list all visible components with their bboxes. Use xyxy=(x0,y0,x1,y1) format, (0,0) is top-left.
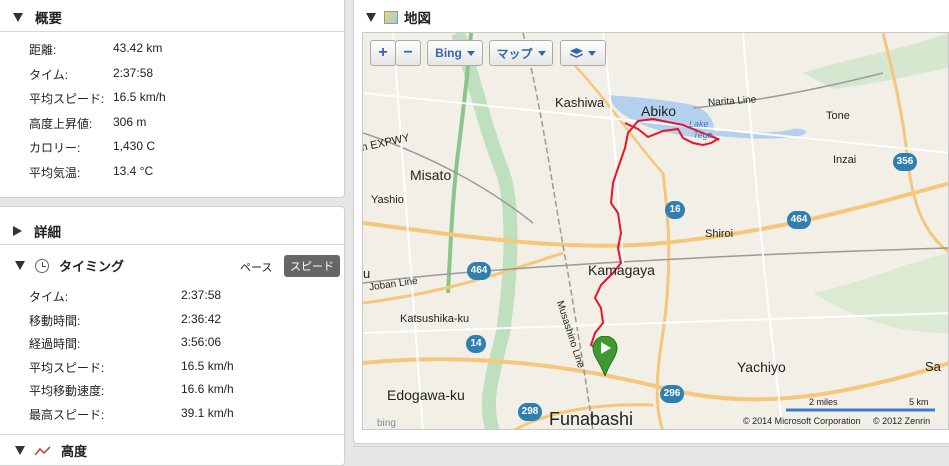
map-label: Tega xyxy=(693,130,713,140)
route-shield: 14 xyxy=(466,335,486,353)
summary-row: 高度上昇値: 306 m xyxy=(29,115,146,132)
summary-value: 16.5 km/h xyxy=(113,90,166,104)
timing-key: 最高スピード: xyxy=(29,407,105,422)
map-label: Tone xyxy=(826,110,850,122)
speed-toggle[interactable]: スピード xyxy=(284,255,340,277)
timing-row: 平均スピード: 16.5 km/h xyxy=(29,359,234,376)
timing-value: 16.6 km/h xyxy=(181,382,234,396)
chevron-down-icon xyxy=(466,50,475,56)
summary-row: タイム: 2:37:58 xyxy=(29,66,153,83)
summary-header[interactable]: 概要 xyxy=(13,7,62,27)
map-type-dropdown[interactable]: マップ xyxy=(489,40,553,66)
summary-row: 平均気温: 13.4 °C xyxy=(29,164,153,181)
copyright-zenrin: © 2012 Zenrin xyxy=(873,416,931,426)
map-label: Misato xyxy=(410,167,452,183)
details-title: 詳細 xyxy=(34,225,61,240)
clock-icon xyxy=(35,258,49,273)
map-label: Inzai xyxy=(833,154,857,166)
map-label: Katsushika-ku xyxy=(400,313,470,325)
route-shield: 298 xyxy=(518,403,542,421)
bing-logo: bing xyxy=(377,418,396,429)
summary-title: 概要 xyxy=(35,11,62,26)
start-marker-icon[interactable] xyxy=(592,335,618,378)
elevation-chart-icon xyxy=(34,445,51,457)
map-label: u xyxy=(363,266,371,281)
timing-value: 3:56:06 xyxy=(181,335,222,349)
map-header[interactable]: 地図 xyxy=(366,7,431,27)
timing-row: 最高スピード: 39.1 km/h xyxy=(29,406,234,423)
timing-value: 2:37:58 xyxy=(181,288,222,302)
scale-km: 5 km xyxy=(909,397,929,407)
summary-panel: 概要 距離: 43.42 km タイム: 2:37:58 平均スピード: 16.5 km/… xyxy=(0,0,345,198)
expand-triangle-icon[interactable] xyxy=(13,226,22,236)
map-title: 地図 xyxy=(404,11,431,26)
scale-miles: 2 miles xyxy=(809,397,838,407)
map-label: Abiko xyxy=(641,103,677,119)
summary-value: 13.4 °C xyxy=(113,163,154,178)
summary-value: 306 m xyxy=(113,114,147,129)
map-label: Shiroi xyxy=(705,228,734,240)
map-label: Sa xyxy=(925,359,941,374)
map-label: Yashio xyxy=(371,194,404,206)
route-shield: 464 xyxy=(787,211,811,229)
summary-key: カロリー: xyxy=(29,141,81,155)
timing-key: 移動時間: xyxy=(29,313,81,328)
timing-value: 16.5 km/h xyxy=(181,358,234,373)
timing-key: 平均スピード: xyxy=(29,360,105,375)
timing-key: タイム: xyxy=(29,290,69,304)
timing-value: 39.1 km/h xyxy=(181,405,234,420)
zoom-in-button[interactable]: + xyxy=(370,40,396,66)
timing-key: 平均移動速度: xyxy=(29,384,105,398)
timing-title: タイミング xyxy=(59,259,125,274)
summary-value: 1,430 C xyxy=(113,139,156,153)
collapse-triangle-icon[interactable] xyxy=(366,12,376,22)
details-panel: 詳細 タイミング ペース スピード タイム: 2:37:58 移動時間: 2:36:4… xyxy=(0,206,345,466)
map-label: Funabashi xyxy=(549,409,634,429)
timing-row: 経過時間: 3:56:06 xyxy=(29,335,221,352)
collapse-triangle-icon[interactable] xyxy=(15,261,25,270)
timing-value: 2:36:42 xyxy=(181,311,222,326)
pace-toggle[interactable]: ペース xyxy=(240,259,272,275)
layers-icon xyxy=(569,47,584,59)
provider-dropdown[interactable]: Bing xyxy=(427,40,483,66)
summary-value: 2:37:58 xyxy=(113,65,154,80)
map-icon xyxy=(384,10,398,24)
collapse-triangle-icon[interactable] xyxy=(13,12,23,22)
map-canvas[interactable]: Kashiwa Abiko Narita Line Tone Lake Tega… xyxy=(362,32,949,430)
map-label: Edogawa-ku xyxy=(387,387,465,403)
summary-key: タイム: xyxy=(29,67,69,82)
route-shield: 464 xyxy=(467,262,491,280)
summary-key: 距離: xyxy=(29,43,57,57)
map-label: Kashiwa xyxy=(555,95,605,110)
summary-row: 平均スピード: 16.5 km/h xyxy=(29,90,166,107)
collapse-triangle-icon[interactable] xyxy=(15,446,25,455)
summary-value: 43.42 km xyxy=(113,41,163,55)
timing-row: 平均移動速度: 16.6 km/h xyxy=(29,382,234,399)
chevron-down-icon xyxy=(588,50,596,56)
timing-row: タイム: 2:37:58 xyxy=(29,288,221,305)
summary-key: 平均気温: xyxy=(29,165,81,180)
elevation-title: 高度 xyxy=(61,444,88,459)
map-label: Yachiyo xyxy=(737,359,786,375)
summary-row: 距離: 43.42 km xyxy=(29,41,162,58)
summary-row: カロリー: 1,430 C xyxy=(29,139,155,156)
summary-key: 平均スピード: xyxy=(29,92,105,106)
timing-header[interactable]: タイミング xyxy=(15,256,124,275)
timing-key: 経過時間: xyxy=(29,337,81,351)
summary-key: 高度上昇値: xyxy=(29,116,93,131)
layers-dropdown[interactable] xyxy=(560,40,606,66)
route-shield: 356 xyxy=(893,153,917,171)
chevron-down-icon xyxy=(537,50,546,56)
map-label: Kamagaya xyxy=(588,262,655,278)
route-shield: 16 xyxy=(665,201,685,219)
copyright-microsoft: © 2014 Microsoft Corporation xyxy=(743,416,861,426)
details-header[interactable]: 詳細 xyxy=(13,221,61,241)
timing-row: 移動時間: 2:36:42 xyxy=(29,312,221,329)
map-label: Lake xyxy=(689,119,709,129)
zoom-out-button[interactable]: − xyxy=(395,40,421,66)
elevation-header[interactable]: 高度 xyxy=(15,441,87,460)
route-shield: 296 xyxy=(660,385,684,403)
